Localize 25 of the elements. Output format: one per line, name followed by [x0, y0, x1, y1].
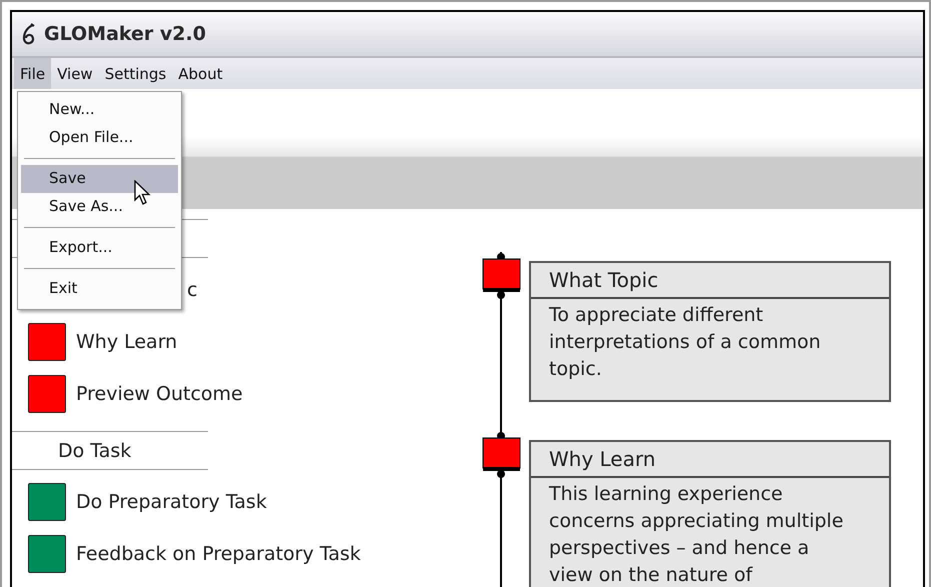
menu-item[interactable]: Export...: [21, 234, 178, 262]
section-heading: Do Task: [58, 440, 132, 462]
step-label[interactable]: Why Learn: [76, 331, 178, 353]
window-title: GLOMaker v2.0: [44, 23, 206, 45]
menu-item[interactable]: Exit: [21, 275, 178, 303]
step-label[interactable]: c: [187, 279, 198, 301]
step-label[interactable]: Preview Outcome: [76, 383, 243, 405]
timeline-node-icon[interactable]: [482, 252, 522, 300]
card-text: To appreciate different interpretations of a common topic.: [548, 303, 822, 382]
card-title: What Topic: [549, 268, 658, 292]
menu-item[interactable]: Save As...: [21, 193, 178, 221]
menu-bar-item[interactable]: File: [14, 58, 52, 89]
menu-item[interactable]: Open File...: [21, 124, 178, 152]
menu-item[interactable]: New...: [21, 96, 178, 124]
card-title: Why Learn: [549, 447, 656, 471]
mouse-cursor-icon: [134, 180, 151, 207]
app-logo-icon: [22, 23, 36, 45]
menu-bar-item[interactable]: About: [172, 58, 229, 89]
card-text: This learning experience concerns appreciating multiple perspectives – and hence a view on the nature of: [548, 482, 844, 587]
timeline-node-icon[interactable]: [482, 431, 522, 479]
menu-bar-item[interactable]: Settings: [98, 58, 172, 89]
step-label[interactable]: Feedback on Preparatory Task: [76, 543, 361, 565]
menu-bar-item[interactable]: View: [51, 58, 99, 89]
menu-item[interactable]: Save: [21, 165, 178, 193]
step-label[interactable]: Do Preparatory Task: [76, 491, 267, 513]
